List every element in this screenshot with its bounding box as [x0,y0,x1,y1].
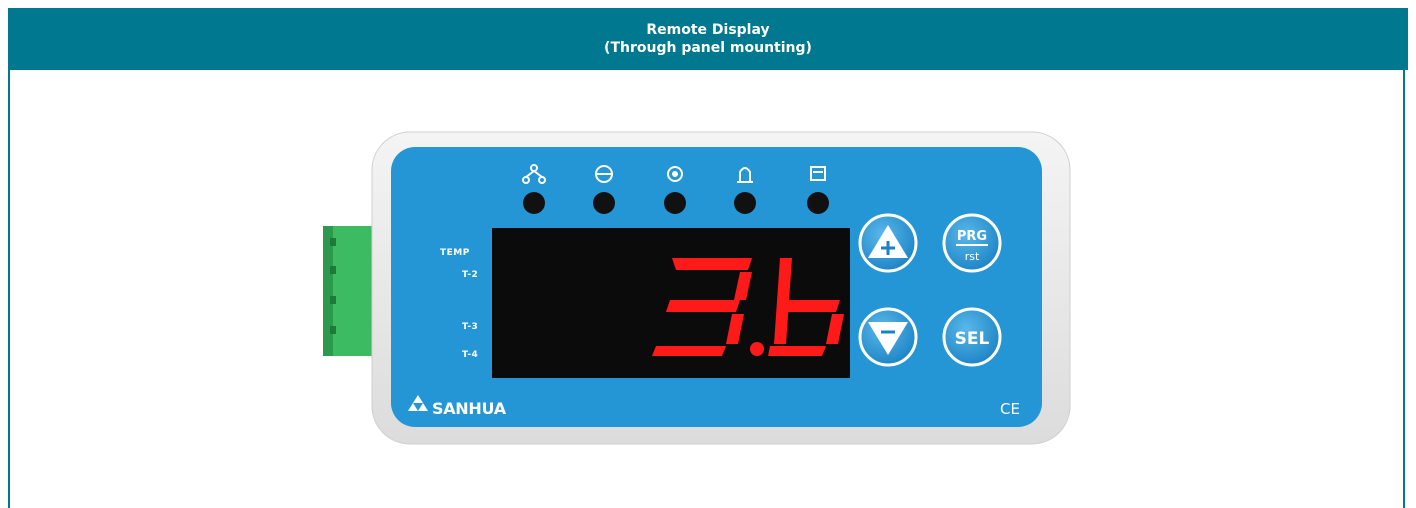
label-t4: T-4 [462,350,479,360]
up-button[interactable] [858,213,918,273]
device-drawing: PRG rst SEL [323,131,1071,445]
prg-label: PRG [957,229,987,244]
brand-name: SANHUA [432,399,506,418]
device-image: PRG rst SEL TEMP T-2 T-3 T-4 SANHUA CE [0,0,1416,508]
label-t2: T-2 [462,270,479,280]
ce-mark: CE [1000,400,1020,418]
label-temp: TEMP [440,248,470,258]
terminal-connector [323,226,375,356]
sel-label: SEL [955,329,990,349]
rst-label: rst [965,250,980,263]
down-button[interactable] [858,307,918,367]
label-t3: T-3 [462,322,479,332]
